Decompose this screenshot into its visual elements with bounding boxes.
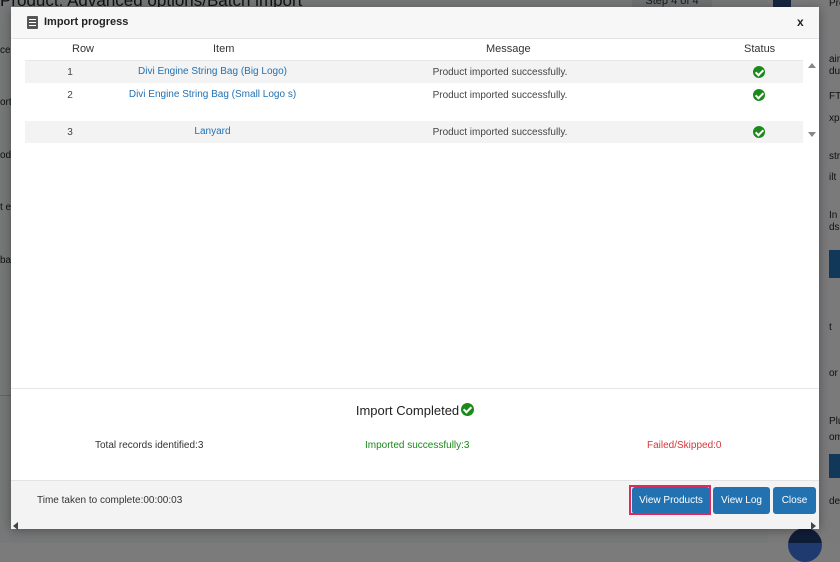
table-row: 2 Divi Engine String Bag (Small Logo s) … bbox=[25, 84, 803, 121]
row-number: 2 bbox=[45, 90, 95, 101]
document-icon bbox=[27, 16, 38, 29]
row-message: Product imported successfully. bbox=[355, 67, 645, 78]
column-header-row: Row bbox=[72, 43, 94, 55]
failed-skipped-stat: Failed/Skipped:0 bbox=[647, 440, 722, 451]
item-link[interactable]: Divi Engine String Bag (Big Logo) bbox=[125, 65, 300, 79]
row-message: Product imported successfully. bbox=[355, 127, 645, 138]
item-link[interactable]: Divi Engine String Bag (Small Logo s) bbox=[125, 88, 300, 102]
row-message: Product imported successfully. bbox=[355, 90, 645, 101]
dialog-title: Import progress bbox=[44, 16, 128, 28]
table-header: Row Item Message Status bbox=[25, 38, 803, 61]
row-number: 1 bbox=[45, 67, 95, 78]
table-row: 3 Lanyard Product imported successfully. bbox=[25, 121, 803, 144]
view-log-button[interactable]: View Log bbox=[713, 487, 770, 514]
column-header-status: Status bbox=[744, 43, 775, 55]
scroll-up-icon[interactable] bbox=[808, 63, 816, 68]
import-results-table: Row Item Message Status 1 Divi Engine St… bbox=[25, 38, 803, 144]
status-cell bbox=[749, 89, 769, 104]
scroll-right-icon[interactable] bbox=[811, 522, 816, 530]
scroll-down-icon[interactable] bbox=[808, 132, 816, 137]
import-summary: Import Completed Total records identifie… bbox=[11, 388, 819, 481]
status-cell bbox=[749, 66, 769, 81]
dialog-footer: Time taken to complete:00:00:03 View Pro… bbox=[11, 480, 819, 529]
import-completed-heading: Import Completed bbox=[11, 403, 819, 418]
scroll-left-icon[interactable] bbox=[13, 522, 18, 530]
imported-successfully-stat: Imported successfully:3 bbox=[365, 440, 470, 451]
check-circle-icon bbox=[461, 403, 474, 416]
dialog-header: Import progress x bbox=[11, 7, 819, 39]
table-row: 1 Divi Engine String Bag (Big Logo) Prod… bbox=[25, 61, 803, 84]
item-link[interactable]: Lanyard bbox=[125, 125, 300, 139]
close-button[interactable]: Close bbox=[773, 487, 816, 514]
import-progress-dialog: Import progress x Row Item Message Statu… bbox=[11, 7, 819, 528]
check-circle-icon bbox=[753, 89, 765, 101]
status-cell bbox=[749, 126, 769, 141]
total-records-stat: Total records identified:3 bbox=[95, 440, 203, 451]
check-circle-icon bbox=[753, 66, 765, 78]
view-products-button[interactable]: View Products bbox=[632, 487, 710, 514]
column-header-message: Message bbox=[486, 43, 531, 55]
time-taken-label: Time taken to complete:00:00:03 bbox=[37, 495, 182, 506]
close-icon[interactable]: x bbox=[797, 15, 804, 29]
row-number: 3 bbox=[45, 127, 95, 138]
import-completed-text: Import Completed bbox=[356, 403, 459, 418]
column-header-item: Item bbox=[213, 43, 234, 55]
check-circle-icon bbox=[753, 126, 765, 138]
